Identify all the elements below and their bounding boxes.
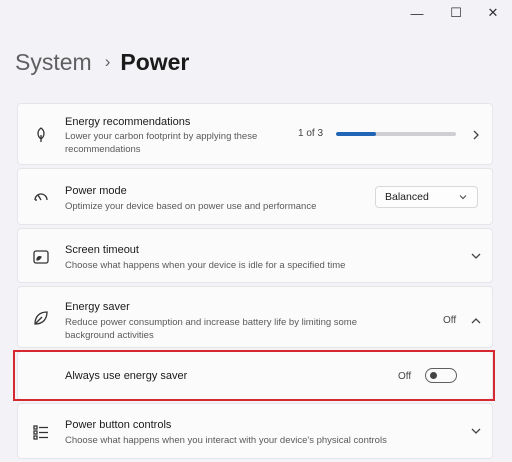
title-bar: — ☐ ✕ [0, 0, 512, 26]
energy-recommendations-card[interactable]: Energy recommendations Lower your carbon… [17, 103, 493, 165]
energy-saver-card[interactable]: Energy saver Reduce power consumption an… [17, 286, 493, 348]
power-button-controls-title: Power button controls [65, 419, 172, 431]
always-use-energy-saver-row: Always use energy saver Off [17, 351, 493, 400]
breadcrumb: System › Power [15, 46, 189, 78]
always-use-energy-saver-toggle[interactable] [425, 368, 457, 383]
energy-recommendations-title: Energy recommendations [65, 116, 191, 128]
energy-saver-state: Off [443, 315, 457, 326]
energy-saver-description: Reduce power consumption and increase ba… [65, 317, 358, 341]
energy-saver-title: Energy saver [65, 301, 130, 313]
energy-saver-leaf-icon [32, 309, 50, 327]
list-controls-icon [32, 423, 50, 441]
close-button[interactable]: ✕ [480, 3, 506, 23]
chevron-down-icon [470, 250, 482, 262]
page-title: Power [120, 48, 190, 75]
recommendations-progress-fill [336, 132, 376, 136]
screen-timeout-card[interactable]: Screen timeout Choose what happens when … [17, 228, 493, 283]
screen-timeout-description: Choose what happens when your device is … [65, 260, 346, 271]
always-use-energy-saver-label: Always use energy saver [65, 370, 188, 382]
chevron-up-icon [470, 315, 482, 327]
breadcrumb-system[interactable]: System [15, 49, 92, 76]
screen-timeout-title: Screen timeout [65, 244, 139, 256]
chevron-right-icon [470, 129, 482, 141]
recommendations-progress-bar [336, 132, 456, 136]
chevron-down-icon [458, 192, 468, 202]
always-use-energy-saver-state: Off [398, 371, 412, 382]
gauge-icon [32, 188, 50, 206]
breadcrumb-chevron-icon: › [104, 52, 111, 71]
energy-recommendations-description: Lower your carbon footprint by applying … [65, 131, 258, 155]
power-button-controls-description: Choose what happens when you interact wi… [65, 435, 387, 446]
maximize-button[interactable]: ☐ [443, 3, 469, 23]
power-mode-title: Power mode [65, 185, 127, 197]
power-mode-description: Optimize your device based on power use … [65, 201, 317, 212]
minimize-button[interactable]: — [404, 3, 430, 23]
power-mode-card: Power mode Optimize your device based on… [17, 168, 493, 225]
power-button-controls-card[interactable]: Power button controls Choose what happen… [17, 403, 493, 459]
leaf-icon [32, 126, 50, 144]
power-mode-selected-value: Balanced [385, 191, 429, 203]
power-mode-dropdown[interactable]: Balanced [375, 186, 478, 208]
screen-moon-icon [32, 248, 50, 266]
toggle-knob [430, 372, 437, 379]
recommendations-progress-text: 1 of 3 [298, 128, 324, 139]
chevron-down-icon [470, 425, 482, 437]
